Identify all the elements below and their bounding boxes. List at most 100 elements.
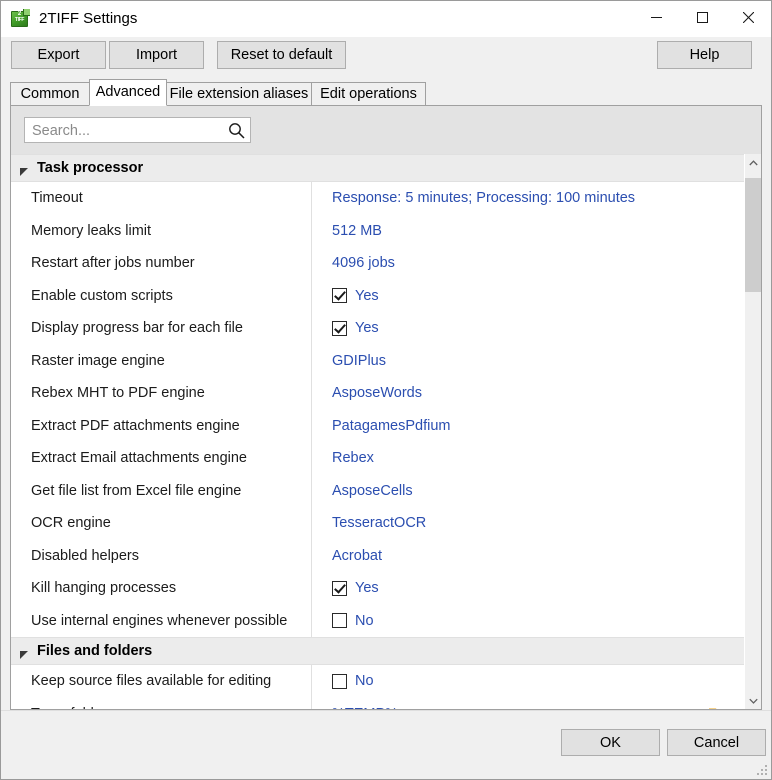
help-button[interactable]: Help (657, 41, 752, 69)
reset-to-default-button[interactable]: Reset to default (217, 41, 346, 69)
group-title: Task processor (37, 160, 143, 176)
scrollbar-thumb[interactable] (745, 178, 762, 292)
group-header-files-and-folders[interactable]: Files and folders (11, 637, 744, 665)
import-button[interactable]: Import (109, 41, 204, 69)
checkbox-checked-icon[interactable] (332, 581, 347, 596)
scroll-up-icon[interactable] (745, 154, 762, 171)
search-input[interactable] (30, 118, 224, 144)
setting-value-text: 512 MB (332, 215, 382, 248)
setting-label: Enable custom scripts (11, 280, 312, 313)
setting-row-extract-email-attachments-engine[interactable]: Extract Email attachments engine Rebex (11, 442, 744, 475)
setting-row-display-progress-bar-for-each-file[interactable]: Display progress bar for each fileYes (11, 312, 744, 345)
group-title: Files and folders (37, 643, 152, 659)
setting-value[interactable]: GDIPlus (312, 345, 744, 378)
collapse-triangle-icon[interactable] (20, 647, 29, 656)
setting-value[interactable]: Acrobat (312, 540, 744, 573)
setting-row-raster-image-engine[interactable]: Raster image engineGDIPlus (11, 345, 744, 378)
checkbox-unchecked-icon[interactable] (332, 613, 347, 628)
title-bar: 2 TIFF 2TIFF Settings (1, 1, 771, 37)
settings-dialog-window: 2 TIFF 2TIFF Settings Export Import Rese… (0, 0, 772, 780)
setting-label: Keep source files available for editing (11, 665, 312, 698)
minimize-icon[interactable] (633, 1, 679, 33)
setting-value-text: Yes (355, 312, 379, 345)
toolbar: Export Import Reset to default Help (1, 37, 771, 77)
export-button[interactable]: Export (11, 41, 106, 69)
setting-row-rebex-mht-to-pdf-engine[interactable]: Rebex MHT to PDF engineAsposeWords (11, 377, 744, 410)
resize-grip[interactable] (755, 763, 768, 776)
setting-label: Memory leaks limit (11, 215, 312, 248)
setting-value-text: TesseractOCR (332, 507, 426, 540)
tab-common[interactable]: Common (10, 82, 90, 106)
setting-label: Disabled helpers (11, 540, 312, 573)
setting-row-get-file-list-from-excel-file-engine[interactable]: Get file list from Excel file engine Aspo… (11, 475, 744, 508)
setting-value-text: Yes (355, 280, 379, 313)
setting-value[interactable]: AsposeWords (312, 377, 744, 410)
search-band (11, 106, 761, 154)
setting-label: Kill hanging processes (11, 572, 312, 605)
setting-label: Extract PDF attachments engine (11, 410, 312, 443)
setting-value-text: 4096 jobs (332, 247, 395, 280)
advanced-tab-panel: Task processor TimeoutResponse: 5 minutes… (10, 105, 762, 710)
setting-value[interactable]: Yes (312, 572, 744, 605)
checkbox-checked-icon[interactable] (332, 321, 347, 336)
setting-row-temp-folder[interactable]: Temp folder%TEMP% (11, 698, 744, 710)
scroll-down-icon[interactable] (745, 692, 762, 709)
setting-row-ocr-engine[interactable]: OCR engine TesseractOCR (11, 507, 744, 540)
collapse-triangle-icon[interactable] (20, 164, 29, 173)
setting-row-memory-leaks-limit[interactable]: Memory leaks limit 512 MB (11, 215, 744, 248)
tab-bar: CommonAdvancedFile extension aliasesEdit… (10, 80, 762, 106)
setting-row-disabled-helpers[interactable]: Disabled helpersAcrobat (11, 540, 744, 573)
setting-value[interactable]: Yes (312, 312, 744, 345)
setting-value[interactable]: 512 MB (312, 215, 744, 248)
maximize-icon[interactable] (679, 1, 725, 33)
setting-value[interactable]: PatagamesPdfium (312, 410, 744, 443)
setting-label: Get file list from Excel file engine (11, 475, 312, 508)
tab-file-extension-aliases[interactable]: File extension aliases (166, 82, 312, 106)
search-icon[interactable] (228, 122, 245, 139)
setting-value-text: %TEMP% (332, 698, 398, 710)
setting-value[interactable]: %TEMP% (312, 698, 744, 710)
settings-list[interactable]: Task processor TimeoutResponse: 5 minutes… (11, 154, 744, 709)
setting-value[interactable]: TesseractOCR (312, 507, 744, 540)
app-2tiff-icon: 2 TIFF (10, 9, 30, 29)
cancel-button[interactable]: Cancel (667, 729, 766, 756)
setting-label: Timeout (11, 182, 312, 215)
setting-value[interactable]: 4096 jobs (312, 247, 744, 280)
setting-value-text: AsposeWords (332, 377, 422, 410)
search-box[interactable] (24, 117, 251, 143)
setting-row-restart-after-jobs-number[interactable]: Restart after jobs number 4096 jobs (11, 247, 744, 280)
tab-advanced[interactable]: Advanced (89, 79, 167, 106)
setting-value[interactable]: Rebex (312, 442, 744, 475)
setting-value-text: No (355, 605, 374, 638)
settings-list-scrollbar[interactable] (744, 154, 761, 709)
setting-row-timeout[interactable]: TimeoutResponse: 5 minutes; Processing: … (11, 182, 744, 215)
setting-row-use-internal-engines-whenever-possible[interactable]: Use internal engines whenever possibleNo (11, 605, 744, 638)
setting-row-enable-custom-scripts[interactable]: Enable custom scripts Yes (11, 280, 744, 313)
folder-icon[interactable] (708, 704, 730, 710)
setting-value[interactable]: AsposeCells (312, 475, 744, 508)
setting-value-text: AsposeCells (332, 475, 413, 508)
setting-value-text: GDIPlus (332, 345, 386, 378)
tab-edit-operations[interactable]: Edit operations (311, 82, 426, 106)
checkbox-unchecked-icon[interactable] (332, 674, 347, 689)
setting-row-keep-source-files-available-for-editing[interactable]: Keep source files available for editingN… (11, 665, 744, 698)
group-header-task-processor[interactable]: Task processor (11, 154, 744, 182)
setting-value-text: Rebex (332, 442, 374, 475)
setting-value[interactable]: No (312, 605, 744, 638)
setting-label: Restart after jobs number (11, 247, 312, 280)
setting-label: OCR engine (11, 507, 312, 540)
setting-value[interactable]: Response: 5 minutes; Processing: 100 min… (312, 182, 744, 215)
app-icon-text-bottom: TIFF (12, 18, 27, 23)
close-icon[interactable] (725, 1, 771, 33)
ok-button[interactable]: OK (561, 729, 660, 756)
setting-value[interactable]: Yes (312, 280, 744, 313)
setting-label: Extract Email attachments engine (11, 442, 312, 475)
window-controls (633, 1, 771, 33)
setting-value-text: PatagamesPdfium (332, 410, 450, 443)
setting-value-text: Yes (355, 572, 379, 605)
setting-value[interactable]: No (312, 665, 744, 698)
setting-row-kill-hanging-processes[interactable]: Kill hanging processes Yes (11, 572, 744, 605)
window-title: 2TIFF Settings (39, 1, 137, 37)
setting-row-extract-pdf-attachments-engine[interactable]: Extract PDF attachments engine PatagamesP… (11, 410, 744, 443)
checkbox-checked-icon[interactable] (332, 288, 347, 303)
